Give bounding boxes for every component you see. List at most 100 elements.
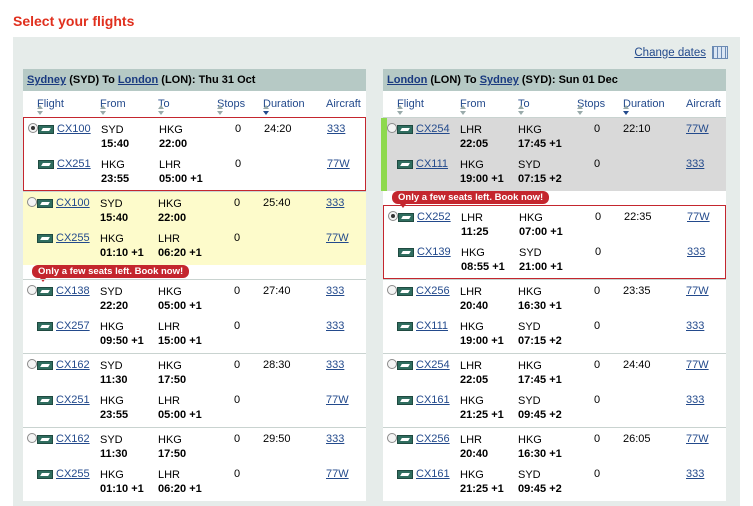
flight-option[interactable]: CX162 SYD 11:30 HKG 17:50 0 29:50 333 CX255 HKG 01… [23, 427, 366, 501]
flight-option[interactable]: CX138 SYD 22:20 HKG 05:00 +1 0 27:40 333 CX257 HK… [23, 279, 366, 353]
calendar-icon[interactable] [712, 46, 728, 59]
departure: HKG 21:25 +1 [460, 468, 504, 496]
col-header-aircraft[interactable]: Aircraft [686, 98, 721, 110]
sort-arrows-icon[interactable] [217, 105, 224, 115]
flight-number-link[interactable]: CX139 [417, 246, 451, 258]
flight-number-link[interactable]: CX111 [416, 320, 448, 332]
flight-number-link[interactable]: CX254 [416, 123, 450, 135]
aircraft-link[interactable]: 333 [326, 197, 344, 209]
aircraft-link[interactable]: 333 [327, 123, 345, 135]
aircraft-link[interactable]: 333 [687, 246, 705, 258]
col-header-stops[interactable]: Stops [577, 98, 605, 115]
change-dates-link[interactable]: Change dates [634, 47, 706, 59]
flight-number-link[interactable]: CX251 [57, 158, 91, 170]
aircraft-link[interactable]: 77W [687, 211, 710, 223]
flight-number-link[interactable]: CX255 [56, 468, 90, 480]
destination-city-link[interactable]: Sydney [480, 74, 519, 86]
col-header-duration[interactable]: Duration [623, 98, 665, 115]
aircraft-link[interactable]: 333 [326, 320, 344, 332]
aircraft-link[interactable]: 77W [686, 359, 709, 371]
aircraft-link[interactable]: 77W [326, 394, 349, 406]
outbound-column: Sydney (SYD) To London (LON): Thu 31 Oct… [23, 69, 366, 501]
arrival-airport: HKG [519, 212, 543, 224]
flight-option[interactable]: CX252 LHR 11:25 HKG 07:00 +1 0 22:35 77W CX139 HK… [383, 205, 726, 279]
arrival: SYD 09:45 +2 [518, 468, 562, 496]
destination-code: (SYD): [521, 74, 556, 86]
flight-number-link[interactable]: CX111 [416, 158, 448, 170]
destination-city-link[interactable]: London [118, 74, 158, 86]
change-dates[interactable]: Change dates [634, 46, 728, 59]
sort-arrows-icon[interactable] [460, 105, 467, 115]
flight-number-link[interactable]: CX100 [57, 123, 91, 135]
departure-airport: HKG [460, 469, 484, 481]
flight-number-link[interactable]: CX162 [56, 359, 90, 371]
departure-airport: SYD [100, 434, 123, 446]
departure-time: 19:00 +1 [460, 173, 504, 185]
arrival-time: 09:45 +2 [518, 409, 562, 421]
flight-number-link[interactable]: CX255 [56, 232, 90, 244]
flight-option[interactable]: CX100 SYD 15:40 HKG 22:00 0 24:20 333 CX251 HKG 23… [23, 117, 366, 191]
col-header-to[interactable]: To [158, 98, 170, 115]
sort-arrows-icon[interactable] [158, 105, 165, 115]
flight-number-link[interactable]: CX251 [56, 394, 90, 406]
departure-time: 23:55 [100, 409, 129, 421]
aircraft-link[interactable]: 77W [686, 123, 709, 135]
aircraft-link[interactable]: 333 [326, 285, 344, 297]
sort-arrows-icon[interactable] [100, 105, 107, 115]
flight-number-link[interactable]: CX100 [56, 197, 90, 209]
flight-option[interactable]: CX162 SYD 11:30 HKG 17:50 0 28:30 333 CX251 HKG 23… [23, 353, 366, 427]
flight-number-link[interactable]: CX162 [56, 433, 90, 445]
arrival-time: 05:00 +1 [158, 300, 202, 312]
flight-option[interactable]: CX254 LHR 22:05 HKG 17:45 +1 0 22:10 77W CX111 HK… [381, 117, 726, 191]
airline-logo-icon [397, 287, 413, 296]
departure-airport: LHR [461, 212, 484, 224]
flight-option[interactable]: CX100 SYD 15:40 HKG 22:00 0 25:40 333 CX255 HKG 01… [23, 191, 366, 265]
aircraft-link[interactable]: 333 [686, 320, 704, 332]
aircraft-link[interactable]: 333 [686, 158, 704, 170]
aircraft-link[interactable]: 77W [327, 158, 350, 170]
arrival-time: 16:30 +1 [518, 300, 562, 312]
col-header-from[interactable]: From [460, 98, 486, 115]
aircraft-link[interactable]: 77W [326, 232, 349, 244]
sort-arrows-icon[interactable] [263, 105, 270, 115]
flight-number-link[interactable]: CX252 [417, 211, 451, 223]
aircraft-link[interactable]: 77W [326, 468, 349, 480]
flight-number-link[interactable]: CX161 [416, 394, 450, 406]
flight-number-link[interactable]: CX256 [416, 433, 450, 445]
aircraft-link[interactable]: 333 [686, 468, 704, 480]
stops-count: 0 [594, 468, 601, 480]
sort-arrows-icon[interactable] [37, 105, 44, 115]
aircraft-link[interactable]: 333 [326, 433, 344, 445]
col-header-from[interactable]: From [100, 98, 126, 115]
aircraft-link[interactable]: 77W [686, 433, 709, 445]
stops-count: 0 [595, 211, 602, 223]
flight-number-link[interactable]: CX254 [416, 359, 450, 371]
aircraft-link[interactable]: 333 [326, 359, 344, 371]
origin-city-link[interactable]: London [387, 74, 427, 86]
departure-time: 11:30 [100, 448, 128, 460]
col-header-flight[interactable]: Flight [37, 98, 64, 115]
departure-airport: HKG [460, 395, 484, 407]
flight-option[interactable]: CX256 LHR 20:40 HKG 16:30 +1 0 26:05 77W CX161 HK… [383, 427, 726, 501]
flight-number-link[interactable]: CX257 [56, 320, 90, 332]
col-header-flight[interactable]: Flight [397, 98, 424, 115]
sort-arrows-icon[interactable] [518, 105, 525, 115]
flight-option[interactable]: CX254 LHR 22:05 HKG 17:45 +1 0 24:40 77W CX161 HK… [383, 353, 726, 427]
flight-number-link[interactable]: CX138 [56, 285, 90, 297]
aircraft-link[interactable]: 77W [686, 285, 709, 297]
arrival: HKG 17:45 +1 [518, 359, 562, 387]
flight-number-link[interactable]: CX256 [416, 285, 450, 297]
flight-number-link[interactable]: CX161 [416, 468, 450, 480]
departure-airport: LHR [460, 124, 483, 136]
col-header-duration[interactable]: Duration [263, 98, 305, 115]
sort-arrows-icon[interactable] [577, 105, 584, 115]
sort-arrows-icon[interactable] [623, 105, 630, 115]
origin-city-link[interactable]: Sydney [27, 74, 66, 86]
sort-arrows-icon[interactable] [397, 105, 404, 115]
col-header-to[interactable]: To [518, 98, 530, 115]
departure-time: 21:25 +1 [460, 483, 504, 495]
col-header-aircraft[interactable]: Aircraft [326, 98, 361, 110]
flight-option[interactable]: CX256 LHR 20:40 HKG 16:30 +1 0 23:35 77W CX111 HK… [383, 279, 726, 353]
aircraft-link[interactable]: 333 [686, 394, 704, 406]
col-header-stops[interactable]: Stops [217, 98, 245, 115]
